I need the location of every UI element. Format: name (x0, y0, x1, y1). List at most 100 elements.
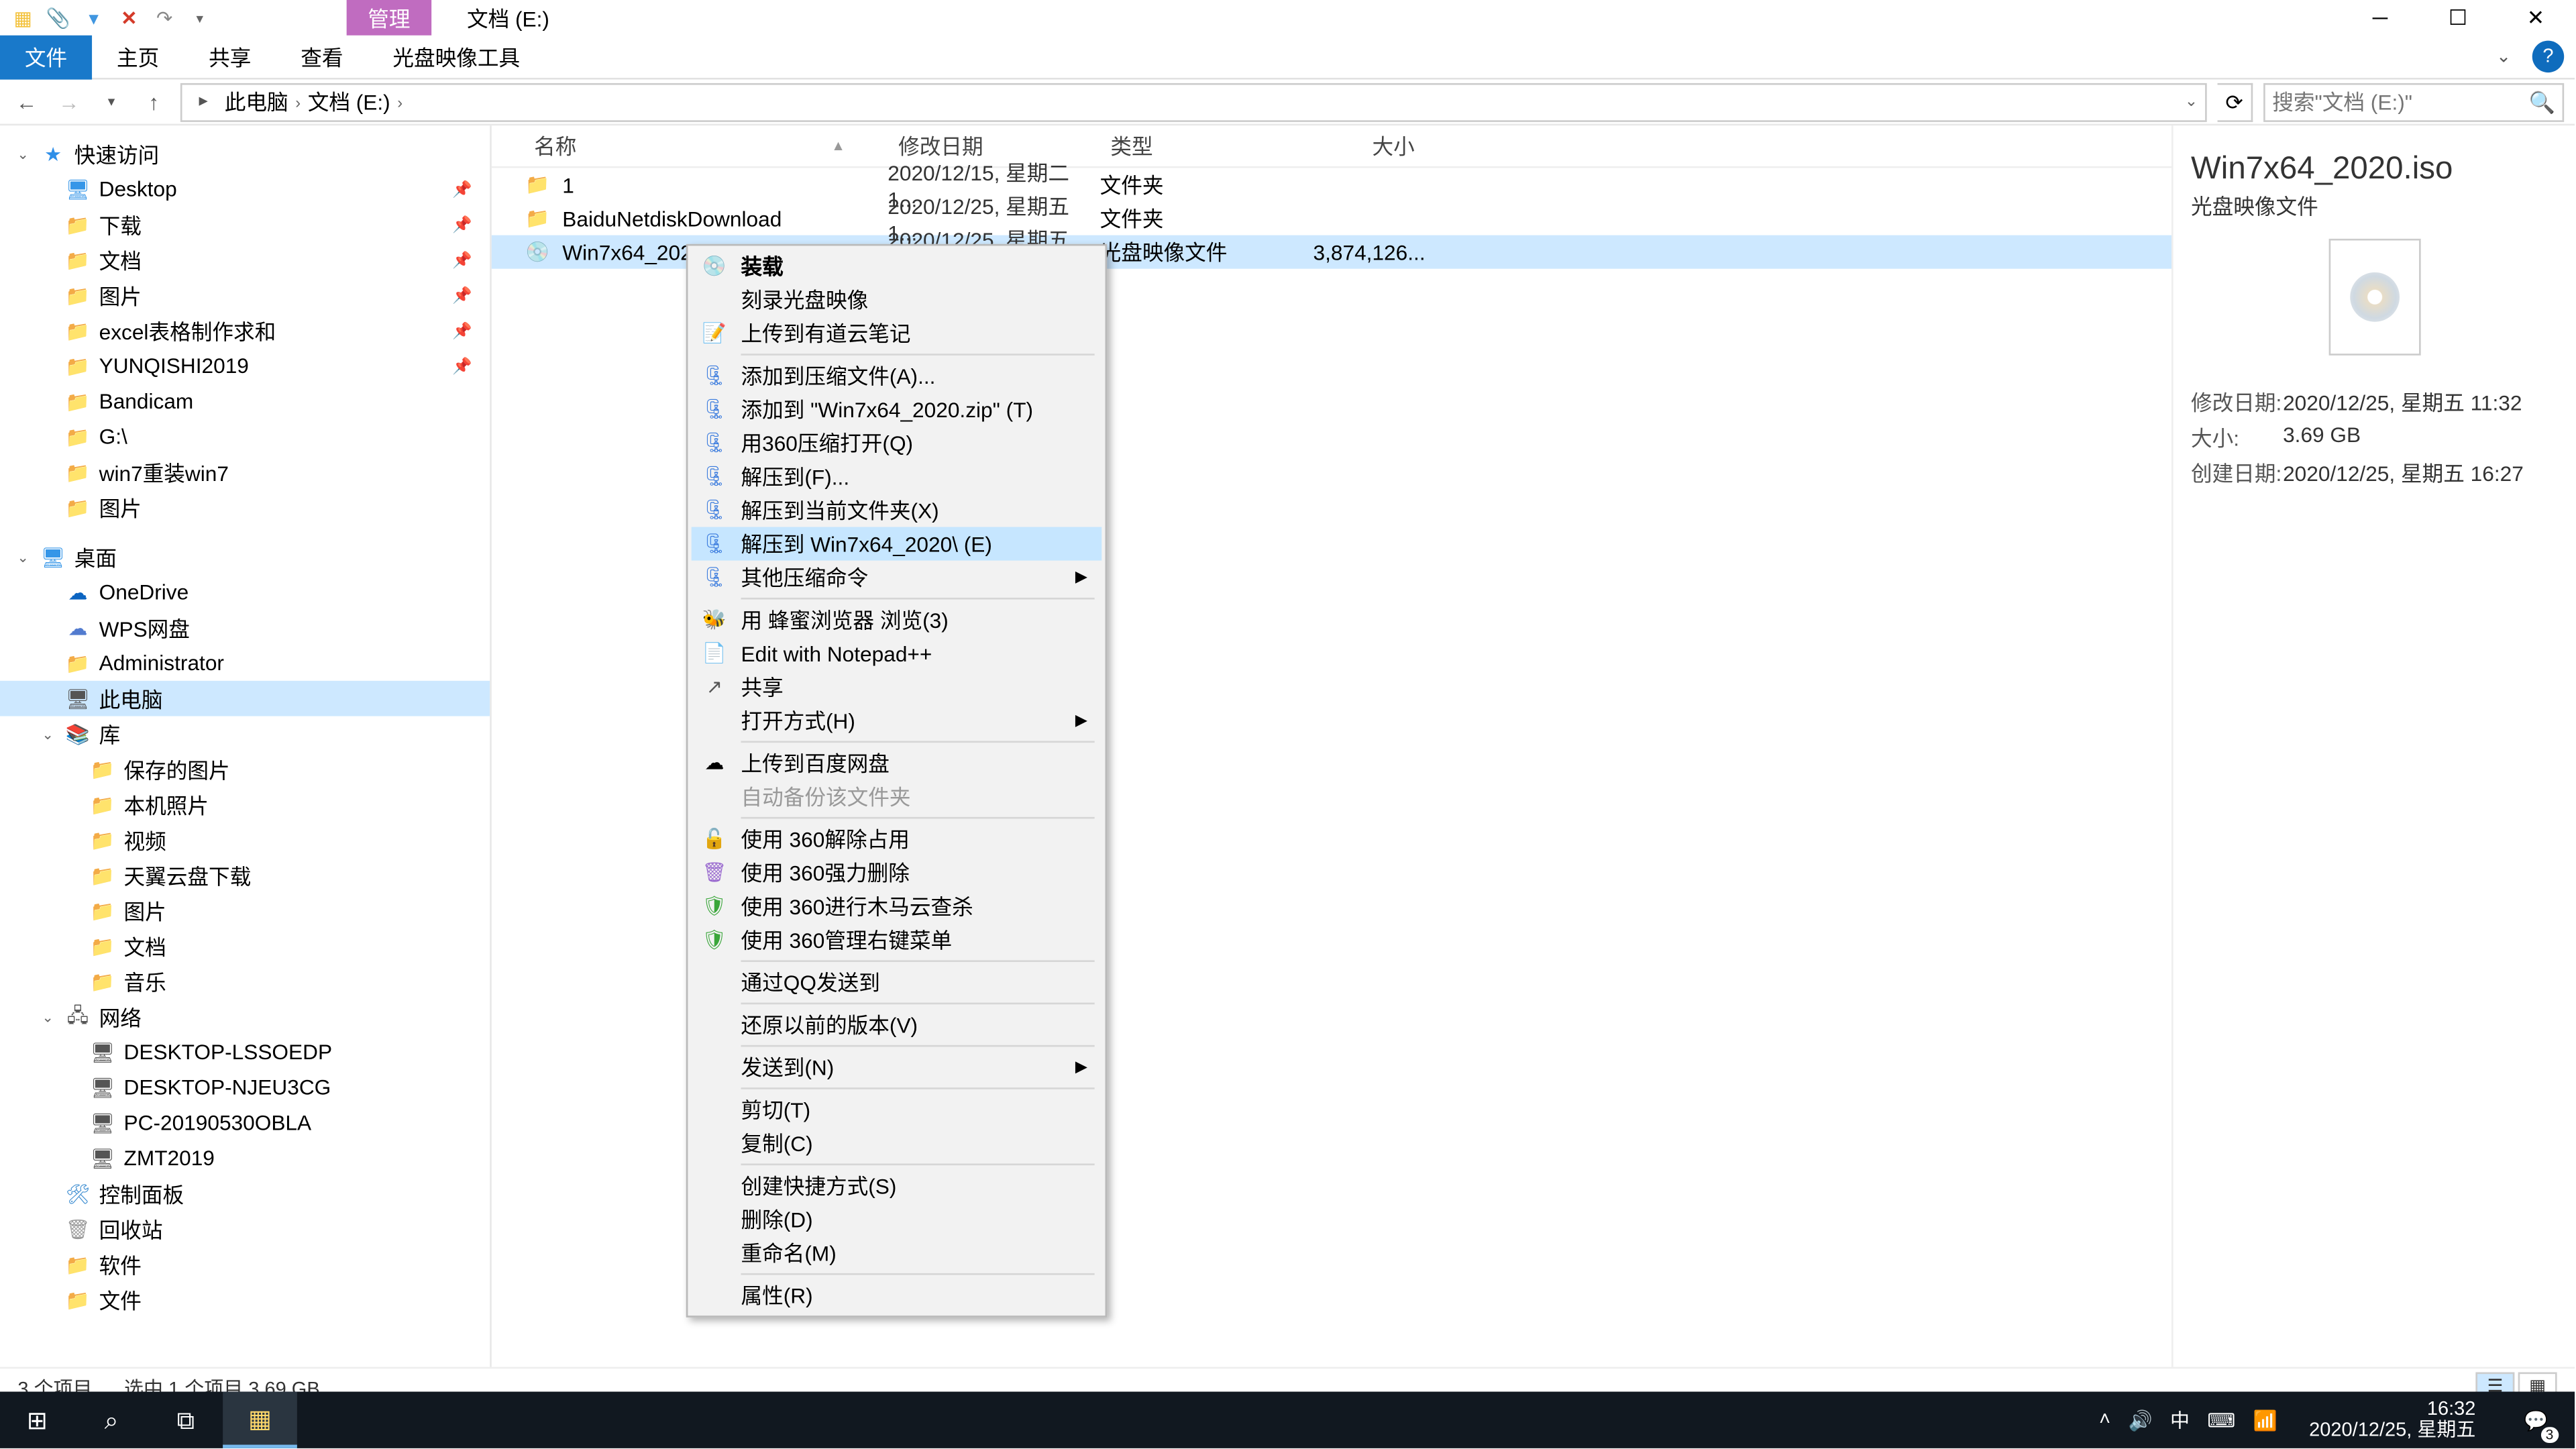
search-input[interactable] (2272, 89, 2528, 114)
context-menu-item[interactable]: 重命名(M) (692, 1236, 1102, 1270)
context-menu-item[interactable]: 通过QQ发送到 (692, 965, 1102, 999)
context-menu-item[interactable]: 🛡使用 360管理右键菜单 (692, 923, 1102, 957)
ribbon-expand-icon[interactable]: ⌄ (2496, 47, 2511, 66)
tray-ime[interactable]: 中 (2170, 1406, 2190, 1434)
maximize-button[interactable]: ☐ (2419, 0, 2497, 36)
tree-item[interactable]: 🛠控制面板 (0, 1176, 490, 1212)
qat-save-icon[interactable]: ▾ (78, 2, 109, 34)
context-menu-item[interactable]: 剪切(T) (692, 1093, 1102, 1126)
expand-icon[interactable]: ⌄ (11, 146, 36, 162)
context-menu-item[interactable]: 📝上传到有道云笔记 (692, 317, 1102, 350)
breadcrumb-dropdown-icon[interactable]: ⌄ (2185, 92, 2198, 111)
minimize-button[interactable]: ─ (2341, 0, 2419, 36)
tree-item[interactable]: ⌄🖧网络 (0, 999, 490, 1034)
tree-item[interactable]: 📁本机照片 (0, 787, 490, 822)
tree-item[interactable]: 🖥DESKTOP-LSSOEDP (0, 1034, 490, 1070)
tree-item[interactable]: 📁文档📌 (0, 242, 490, 278)
context-menu-item[interactable]: 🗜添加到 "Win7x64_2020.zip" (T) (692, 392, 1102, 426)
breadcrumb-item[interactable]: 此电脑 (225, 87, 288, 117)
breadcrumb-item[interactable]: 文档 (E:) (308, 87, 390, 117)
tab-view[interactable]: 查看 (276, 34, 368, 78)
context-menu-item[interactable]: 🗜其他压缩命令▶ (692, 561, 1102, 594)
taskbar-explorer[interactable]: ▦ (223, 1392, 297, 1448)
context-menu-item[interactable]: 创建快捷方式(S) (692, 1169, 1102, 1202)
expand-icon[interactable]: ⌄ (11, 549, 36, 565)
tree-item[interactable]: 🗑回收站 (0, 1212, 490, 1247)
tab-disc-tool[interactable]: 光盘映像工具 (368, 34, 545, 78)
tree-item[interactable]: ⌄🖥桌面 (0, 539, 490, 575)
context-menu-item[interactable]: 🗜解压到当前文件夹(X) (692, 493, 1102, 527)
context-menu-item[interactable]: 🐝用 蜂蜜浏览器 浏览(3) (692, 603, 1102, 637)
tree-item[interactable]: 📁图片 (0, 893, 490, 928)
recent-dropdown-icon[interactable]: ▾ (95, 94, 127, 110)
tree-item[interactable]: 📁YUNQISHI2019📌 (0, 348, 490, 384)
column-size[interactable]: 大小 (1284, 131, 1426, 161)
context-menu-item[interactable]: 🗑使用 360强力删除 (692, 856, 1102, 890)
tree-item[interactable]: 📁Bandicam (0, 384, 490, 419)
tree-item[interactable]: 📁视频 (0, 822, 490, 858)
context-menu-item[interactable]: 还原以前的版本(V) (692, 1008, 1102, 1042)
tree-item[interactable]: ⌄📚库 (0, 716, 490, 752)
tree-item[interactable]: 📁G:\ (0, 419, 490, 455)
tree-item[interactable]: 📁Administrator (0, 645, 490, 681)
column-type[interactable]: 类型 (1100, 131, 1284, 161)
context-menu-item[interactable]: 🗜解压到 Win7x64_2020\ (E) (692, 527, 1102, 561)
tree-item[interactable]: 📁图片 (0, 490, 490, 525)
chevron-right-icon[interactable]: › (397, 93, 402, 110)
refresh-button[interactable]: ⟳ (2218, 83, 2253, 121)
task-view-button[interactable]: ⧉ (148, 1392, 223, 1448)
tab-home[interactable]: 主页 (92, 34, 184, 78)
qat-dropdown-icon[interactable]: ▾ (184, 2, 215, 34)
expand-icon[interactable]: ⌄ (36, 726, 60, 742)
breadcrumb[interactable]: ▸ 此电脑› 文档 (E:)› ⌄ (180, 83, 2207, 121)
tab-share[interactable]: 共享 (184, 34, 276, 78)
search-icon[interactable]: 🔍 (2529, 89, 2555, 114)
tree-item[interactable]: ☁WPS网盘 (0, 610, 490, 645)
tree-item[interactable]: 📁excel表格制作求和📌 (0, 313, 490, 349)
tree-item[interactable]: ☁OneDrive (0, 575, 490, 610)
tree-item[interactable]: 📁文件 (0, 1282, 490, 1318)
nav-tree[interactable]: ⌄★快速访问🖥Desktop📌📁下载📌📁文档📌📁图片📌📁excel表格制作求和📌… (0, 125, 492, 1366)
context-menu-item[interactable]: 💿装载 (692, 250, 1102, 283)
context-menu-item[interactable]: 🗜用360压缩打开(Q) (692, 426, 1102, 460)
context-menu-item[interactable]: 🔓使用 360解除占用 (692, 822, 1102, 856)
qat-undo-icon[interactable]: ↷ (148, 2, 180, 34)
context-menu-item[interactable]: 属性(R) (692, 1279, 1102, 1312)
action-center-button[interactable]: 💬3 (2508, 1392, 2564, 1448)
help-icon[interactable]: ? (2532, 41, 2564, 72)
context-menu-item[interactable]: ☁上传到百度网盘 (692, 746, 1102, 780)
tree-item[interactable]: 📁天翼云盘下载 (0, 857, 490, 893)
qat-pin-icon[interactable]: 📎 (42, 2, 74, 34)
tray-keyboard-icon[interactable]: ⌨ (2207, 1409, 2235, 1432)
tree-item[interactable]: 🖥ZMT2019 (0, 1140, 490, 1176)
context-menu-item[interactable]: 打开方式(H)▶ (692, 704, 1102, 737)
tray-network-icon[interactable]: 📶 (2253, 1409, 2277, 1432)
tree-item[interactable]: 🖥此电脑 (0, 681, 490, 716)
forward-button[interactable]: → (53, 89, 85, 114)
tree-item[interactable]: 🖥PC-20190530OBLA (0, 1106, 490, 1141)
file-row[interactable]: 📁 BaiduNetdiskDownload 2020/12/25, 星期五 1… (492, 202, 2171, 235)
tray-chevron-up-icon[interactable]: ˄ (2099, 1409, 2110, 1431)
close-button[interactable]: ✕ (2497, 0, 2575, 36)
tray-volume-icon[interactable]: 🔊 (2129, 1409, 2153, 1432)
tree-item[interactable]: 📁软件 (0, 1246, 490, 1282)
tree-item[interactable]: 📁音乐 (0, 964, 490, 1000)
context-menu-item[interactable]: ↗共享 (692, 670, 1102, 704)
tab-file[interactable]: 文件 (0, 34, 92, 78)
context-menu-item[interactable]: 🛡使用 360进行木马云查杀 (692, 890, 1102, 923)
context-menu-item[interactable]: 发送到(N)▶ (692, 1051, 1102, 1084)
tree-item[interactable]: 🖥Desktop📌 (0, 172, 490, 207)
qat-delete-icon[interactable]: ✕ (113, 2, 145, 34)
file-row[interactable]: 📁 1 2020/12/15, 星期二 1... 文件夹 (492, 168, 2171, 201)
context-menu-item[interactable]: 🗜解压到(F)... (692, 460, 1102, 493)
context-menu-item[interactable]: 📄Edit with Notepad++ (692, 637, 1102, 670)
tree-item[interactable]: 📁保存的图片 (0, 751, 490, 787)
context-menu-item[interactable]: 复制(C) (692, 1126, 1102, 1160)
back-button[interactable]: ← (11, 89, 42, 114)
column-date[interactable]: 修改日期 (888, 131, 1099, 161)
tree-item[interactable]: 📁win7重装win7 (0, 454, 490, 490)
tree-item[interactable]: 📁图片📌 (0, 278, 490, 313)
tree-item[interactable]: 📁文档 (0, 928, 490, 964)
start-button[interactable]: ⊞ (0, 1392, 74, 1448)
taskbar-clock[interactable]: 16:32 2020/12/25, 星期五 (2295, 1399, 2489, 1442)
